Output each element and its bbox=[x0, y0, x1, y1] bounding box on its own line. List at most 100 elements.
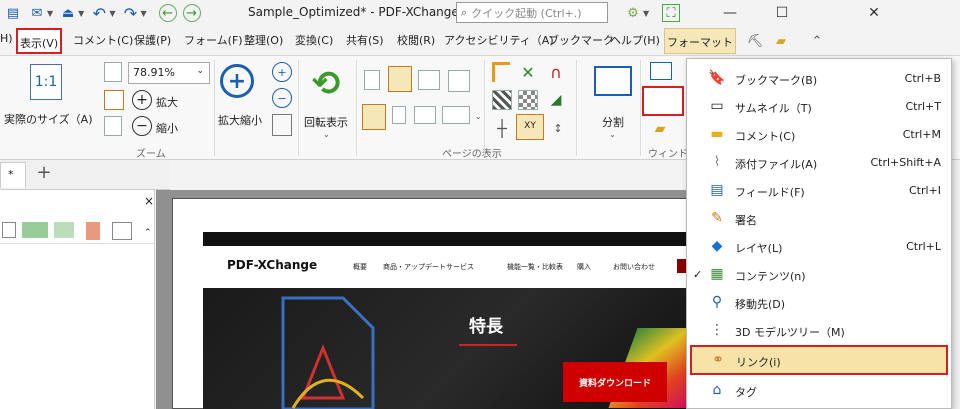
magnet-icon[interactable]: ∩ bbox=[546, 62, 566, 82]
new-window-icon[interactable] bbox=[650, 62, 672, 80]
panel-close-icon[interactable]: × bbox=[144, 194, 154, 208]
menu-item-links[interactable]: ⚭ リンク(i) bbox=[690, 345, 948, 375]
menu-item-protect[interactable]: 保護(P) bbox=[134, 32, 171, 48]
rotate-view-icon[interactable]: ⟲ bbox=[306, 64, 346, 104]
menu-item-help[interactable]: ヘルプ(H) bbox=[610, 32, 660, 48]
zoom-out-label[interactable]: 縮小 bbox=[156, 120, 178, 136]
two-page-number-icon[interactable] bbox=[414, 106, 436, 124]
menu-item-attachments[interactable]: ⌇ 添付ファイル(A) Ctrl+Shift+A bbox=[691, 149, 947, 177]
menu-item-share[interactable]: 共有(S) bbox=[346, 32, 384, 48]
menu-item-destinations[interactable]: ⚲ 移動先(D) bbox=[691, 289, 947, 317]
loupe-icon[interactable] bbox=[272, 114, 292, 136]
menu-item-bookmarks[interactable]: 🔖 ブックマーク(B) Ctrl+B bbox=[691, 65, 947, 93]
fullscreen-icon[interactable]: ⛶ bbox=[662, 4, 680, 22]
continuous-icon[interactable] bbox=[388, 66, 412, 92]
quick-launch-input[interactable]: ⌕ クイック起動 (Ctrl+.) bbox=[456, 2, 608, 23]
menu-item-contents[interactable]: ✓ ▦ コンテンツ(n) bbox=[691, 261, 947, 289]
zoom-tool-in-icon[interactable]: + bbox=[272, 62, 292, 82]
zoom-level-select[interactable]: 78.91% ⌄ bbox=[128, 62, 210, 84]
coordinates-icon[interactable]: XY bbox=[516, 114, 544, 140]
page-number-icon[interactable] bbox=[392, 106, 406, 124]
transparency-grid-icon[interactable] bbox=[518, 90, 538, 110]
resize-icon[interactable]: ↕ bbox=[550, 118, 566, 138]
menu-item-3d-model-tree[interactable]: ⋮ 3D モデルツリー（M) bbox=[691, 317, 947, 345]
settings-icon[interactable]: ⚙ bbox=[624, 4, 642, 22]
menu-item-signatures[interactable]: ✎ 署名 bbox=[691, 205, 947, 233]
menu-item-layers[interactable]: ◆ レイヤ(L) Ctrl+L bbox=[691, 233, 947, 261]
chevron-down-icon[interactable]: ▼ bbox=[643, 9, 649, 18]
chevron-down-icon[interactable]: ▼ bbox=[140, 9, 146, 18]
menu-item-label: 3D モデルツリー（M) bbox=[735, 326, 845, 339]
facing-icon[interactable] bbox=[418, 70, 440, 90]
chevron-down-icon[interactable]: ⌄ bbox=[323, 130, 330, 139]
menu-item-convert[interactable]: 変換(C) bbox=[295, 32, 333, 48]
menu-item-accessibility[interactable]: アクセシビリティ（A) bbox=[444, 32, 554, 48]
fit-visible-icon[interactable] bbox=[104, 116, 122, 136]
chevron-down-icon[interactable]: ▼ bbox=[78, 9, 84, 18]
rotate-view-label[interactable]: 回転表示 bbox=[304, 114, 348, 130]
back-icon[interactable]: ← bbox=[158, 4, 177, 22]
menu-item-label: ブックマーク(B) bbox=[735, 74, 818, 87]
magnify-label[interactable]: 拡大縮小 bbox=[218, 112, 262, 128]
crosshair-icon[interactable]: ✕ bbox=[518, 62, 538, 82]
toolbox-icon[interactable]: ▰ bbox=[650, 120, 670, 138]
actual-size-icon[interactable]: 1:1 bbox=[30, 64, 62, 100]
panes-icon[interactable] bbox=[642, 86, 684, 116]
email-icon[interactable]: ✉ bbox=[28, 4, 46, 22]
facing-continuous-icon[interactable] bbox=[448, 70, 470, 92]
add-tab-button[interactable]: + bbox=[32, 162, 56, 186]
zoom-in-icon[interactable]: + bbox=[132, 90, 152, 110]
ruler-icon[interactable] bbox=[492, 62, 510, 82]
single-page-icon[interactable] bbox=[364, 70, 380, 90]
close-button[interactable]: ✕ bbox=[852, 0, 896, 26]
toolbox-icon[interactable]: ⛏ bbox=[746, 32, 764, 50]
scroll-up-icon[interactable]: ⌃ bbox=[144, 228, 152, 238]
document-tab[interactable]: * bbox=[0, 162, 26, 188]
three-page-icon[interactable] bbox=[442, 106, 470, 124]
fit-page-icon[interactable] bbox=[104, 62, 122, 82]
menu-item-view[interactable]: 表示(V) bbox=[16, 28, 63, 54]
redo-icon[interactable]: ↷ bbox=[121, 4, 139, 23]
menu-item-form[interactable]: フォーム(F) bbox=[184, 32, 243, 48]
menu-item-comment[interactable]: コメント(C) bbox=[73, 32, 133, 48]
group-icon[interactable] bbox=[22, 222, 48, 238]
ungroup-icon[interactable] bbox=[54, 222, 74, 238]
collapse-ribbon-icon[interactable]: ⌃ bbox=[808, 32, 826, 50]
copy-icon[interactable] bbox=[2, 222, 16, 238]
menu-item-tags[interactable]: ⌂ タグ bbox=[691, 377, 947, 405]
menu-item-file[interactable]: H) bbox=[0, 32, 13, 45]
menu-item-review[interactable]: 校閲(R) bbox=[397, 32, 435, 48]
chevron-down-icon[interactable]: ▼ bbox=[47, 9, 53, 18]
separator bbox=[356, 60, 357, 156]
split-label[interactable]: 分割 bbox=[602, 114, 624, 130]
zoom-in-label[interactable]: 拡大 bbox=[156, 94, 178, 110]
menu-item-comments[interactable]: ▬ コメント(C) Ctrl+M bbox=[691, 121, 947, 149]
grid-icon[interactable] bbox=[492, 90, 512, 110]
save-icon[interactable]: ▤ bbox=[4, 4, 22, 22]
undo-icon[interactable]: ↶ bbox=[90, 4, 108, 23]
tab-format[interactable]: フォーマット bbox=[664, 28, 736, 54]
delete-icon[interactable] bbox=[86, 222, 100, 240]
menu-item-bookmark[interactable]: ブックマーク bbox=[548, 32, 614, 48]
menu-item-organize[interactable]: 整理(O) bbox=[244, 32, 283, 48]
maximize-button[interactable]: ☐ bbox=[760, 0, 804, 26]
forward-icon[interactable]: → bbox=[182, 4, 201, 22]
menu-item-thumbnails[interactable]: ▭ サムネイル（T) Ctrl+T bbox=[691, 93, 947, 121]
properties-icon[interactable] bbox=[112, 222, 132, 240]
zoom-out-icon[interactable]: − bbox=[132, 116, 152, 136]
chevron-down-icon[interactable]: ⌄ bbox=[475, 112, 482, 121]
magnifier-icon[interactable]: + bbox=[220, 64, 254, 98]
zoom-tool-out-icon[interactable]: − bbox=[272, 88, 292, 108]
color-tool-icon[interactable]: ◢ bbox=[546, 90, 566, 110]
folder-icon[interactable]: ▰ bbox=[772, 32, 790, 50]
menu-item-fields[interactable]: ▤ フィールド(F) Ctrl+I bbox=[691, 177, 947, 205]
scan-icon[interactable]: ⏏ bbox=[59, 4, 77, 22]
chevron-down-icon[interactable]: ⌄ bbox=[609, 130, 616, 139]
cover-page-icon[interactable] bbox=[362, 104, 386, 130]
split-view-icon[interactable] bbox=[594, 66, 632, 96]
guides-icon[interactable]: ┼ bbox=[492, 118, 512, 138]
chevron-down-icon[interactable]: ▼ bbox=[109, 9, 115, 18]
actual-size-label[interactable]: 実際のサイズ（A) bbox=[4, 111, 93, 127]
minimize-button[interactable]: — bbox=[708, 0, 752, 26]
fit-width-icon[interactable] bbox=[104, 90, 124, 110]
